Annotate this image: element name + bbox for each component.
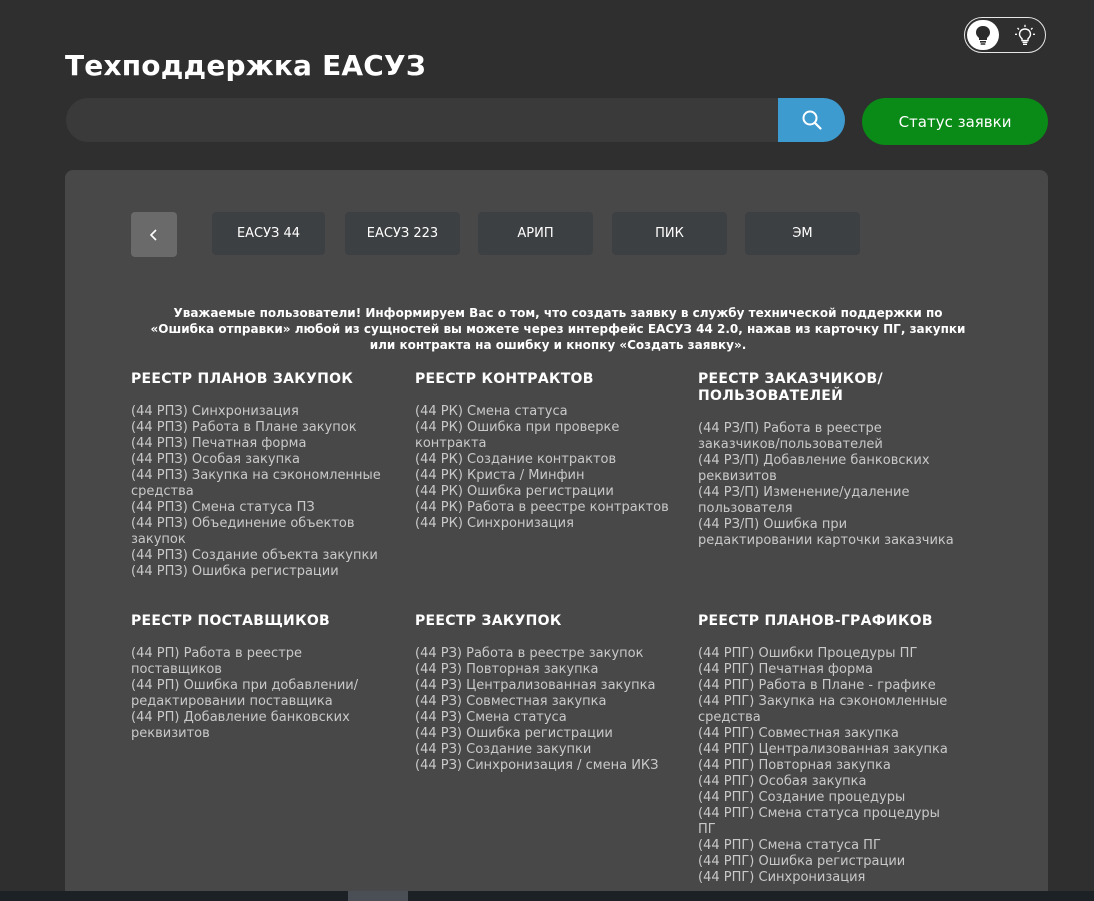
list-item[interactable]: (44 РК) Ошибка регистрации	[415, 484, 677, 500]
list-item[interactable]: (44 РЗ) Синхронизация / смена ИКЗ	[415, 758, 677, 774]
search-input[interactable]	[66, 98, 780, 142]
tab-easuz-223[interactable]: ЕАСУЗ 223	[345, 212, 460, 255]
search-button[interactable]	[778, 98, 845, 142]
light-bulb-icon[interactable]	[1011, 22, 1039, 50]
list-item[interactable]: (44 РПГ) Смена статуса ПГ	[698, 838, 960, 854]
list-item[interactable]: (44 РПГ) Закупка на сэкономленные средст…	[698, 694, 960, 726]
list-item[interactable]: (44 РЗ/П) Ошибка при редактировании карт…	[698, 517, 960, 549]
scrollbar-thumb[interactable]	[348, 891, 408, 901]
list-item[interactable]: (44 РК) Криста / Минфин	[415, 468, 677, 484]
list-item[interactable]: (44 РЗ) Централизованная закупка	[415, 678, 677, 694]
list-item[interactable]: (44 РЗ) Создание закупки	[415, 742, 677, 758]
list-item[interactable]: (44 РПГ) Ошибка регистрации	[698, 854, 960, 870]
list-item[interactable]: (44 РЗ) Работа в реестре закупок	[415, 646, 677, 662]
list-item[interactable]: (44 РЗ/П) Изменение/удаление пользовател…	[698, 485, 960, 517]
list-item[interactable]: (44 РЗ) Повторная закупка	[415, 662, 677, 678]
page: Техподдержка ЕАСУЗ Статус заявки ЕАСУЗ 4…	[0, 0, 1094, 901]
list-item[interactable]: (44 РК) Смена статуса	[415, 404, 677, 420]
page-title: Техподдержка ЕАСУЗ	[65, 49, 426, 82]
section-title: РЕЕСТР ПЛАНОВ ЗАКУПОК	[131, 371, 354, 387]
list-item[interactable]: (44 РПГ) Повторная закупка	[698, 758, 960, 774]
status-button[interactable]: Статус заявки	[862, 98, 1048, 145]
list-item[interactable]: (44 РК) Работа в реестре контрактов	[415, 500, 677, 516]
tab-easuz-44[interactable]: ЕАСУЗ 44	[212, 212, 325, 255]
section-title: РЕЕСТР ПОСТАВЩИКОВ	[131, 613, 330, 629]
horizontal-scrollbar[interactable]	[0, 891, 1094, 901]
list-item[interactable]: (44 РПГ) Особая закупка	[698, 774, 960, 790]
list-item[interactable]: (44 РПЗ) Ошибка регистрации	[131, 564, 393, 580]
section-plan-schedules: РЕЕСТР ПЛАНОВ-ГРАФИКОВ (44 РПГ) Ошибки П…	[698, 613, 960, 886]
section-title: РЕЕСТР ПЛАНОВ-ГРАФИКОВ	[698, 613, 933, 629]
tab-arip[interactable]: АРИП	[478, 212, 593, 255]
list-item[interactable]: (44 РПЗ) Закупка на сэкономленные средст…	[131, 468, 393, 500]
notice-text: Уважаемые пользователи! Информируем Вас …	[150, 306, 966, 352]
list-item[interactable]: (44 РПГ) Синхронизация	[698, 870, 960, 886]
list-item[interactable]: (44 РПЗ) Смена статуса ПЗ	[131, 500, 393, 516]
search-icon	[802, 110, 822, 130]
list-item[interactable]: (44 РПЗ) Объединение объектов закупок	[131, 516, 393, 548]
list-item[interactable]: (44 РПГ) Ошибки Процедуры ПГ	[698, 646, 960, 662]
section-title: РЕЕСТР КОНТРАКТОВ	[415, 371, 594, 387]
section-title: РЕЕСТР ЗАКУПОК	[415, 613, 562, 629]
list-item[interactable]: (44 РК) Синхронизация	[415, 516, 677, 532]
list-item[interactable]: (44 РЗ) Ошибка регистрации	[415, 726, 677, 742]
section-contracts: РЕЕСТР КОНТРАКТОВ (44 РК) Смена статуса …	[415, 371, 677, 532]
list-item[interactable]: (44 РПЗ) Синхронизация	[131, 404, 393, 420]
tab-em[interactable]: ЭМ	[745, 212, 860, 255]
chevron-left-icon	[149, 228, 157, 241]
list-item[interactable]: (44 РПЗ) Особая закупка	[131, 452, 393, 468]
tab-pik[interactable]: ПИК	[612, 212, 727, 255]
list-item[interactable]: (44 РЗ/П) Добавление банковских реквизит…	[698, 453, 960, 485]
section-title: РЕЕСТР ЗАКАЗЧИКОВ/ ПОЛЬЗОВАТЕЛЕЙ	[698, 371, 883, 404]
section-purchase-plans: РЕЕСТР ПЛАНОВ ЗАКУПОК (44 РПЗ) Синхрониз…	[131, 371, 393, 580]
list-item[interactable]: (44 РП) Ошибка при добавлении/ редактиро…	[131, 678, 393, 710]
list-item[interactable]: (44 РП) Добавление банковских реквизитов	[131, 710, 393, 742]
list-item[interactable]: (44 РПЗ) Создание объекта закупки	[131, 548, 393, 564]
list-item[interactable]: (44 РПГ) Создание процедуры	[698, 790, 960, 806]
search-box	[66, 98, 780, 142]
list-item[interactable]: (44 РЗ/П) Работа в реестре заказчиков/по…	[698, 421, 960, 453]
list-item[interactable]: (44 РПГ) Смена статуса процедуры ПГ	[698, 806, 960, 838]
list-item[interactable]: (44 РК) Создание контрактов	[415, 452, 677, 468]
tabs-back-button[interactable]	[131, 212, 177, 257]
list-item[interactable]: (44 РПГ) Централизованная закупка	[698, 742, 960, 758]
list-item[interactable]: (44 РП) Работа в реестре поставщиков	[131, 646, 393, 678]
list-item[interactable]: (44 РПЗ) Работа в Плане закупок	[131, 420, 393, 436]
list-item[interactable]: (44 РЗ) Совместная закупка	[415, 694, 677, 710]
list-item[interactable]: (44 РПГ) Печатная форма	[698, 662, 960, 678]
list-item[interactable]: (44 РПЗ) Печатная форма	[131, 436, 393, 452]
list-item[interactable]: (44 РК) Ошибка при проверке контракта	[415, 420, 677, 452]
list-item[interactable]: (44 РПГ) Работа в Плане - графике	[698, 678, 960, 694]
dark-bulb-icon[interactable]	[967, 20, 999, 50]
section-suppliers: РЕЕСТР ПОСТАВЩИКОВ (44 РП) Работа в реес…	[131, 613, 393, 742]
section-purchases: РЕЕСТР ЗАКУПОК (44 РЗ) Работа в реестре …	[415, 613, 677, 774]
theme-toggle[interactable]	[964, 17, 1046, 53]
list-item[interactable]: (44 РПГ) Совместная закупка	[698, 726, 960, 742]
section-customers-users: РЕЕСТР ЗАКАЗЧИКОВ/ ПОЛЬЗОВАТЕЛЕЙ (44 РЗ/…	[698, 371, 960, 549]
list-item[interactable]: (44 РЗ) Смена статуса	[415, 710, 677, 726]
